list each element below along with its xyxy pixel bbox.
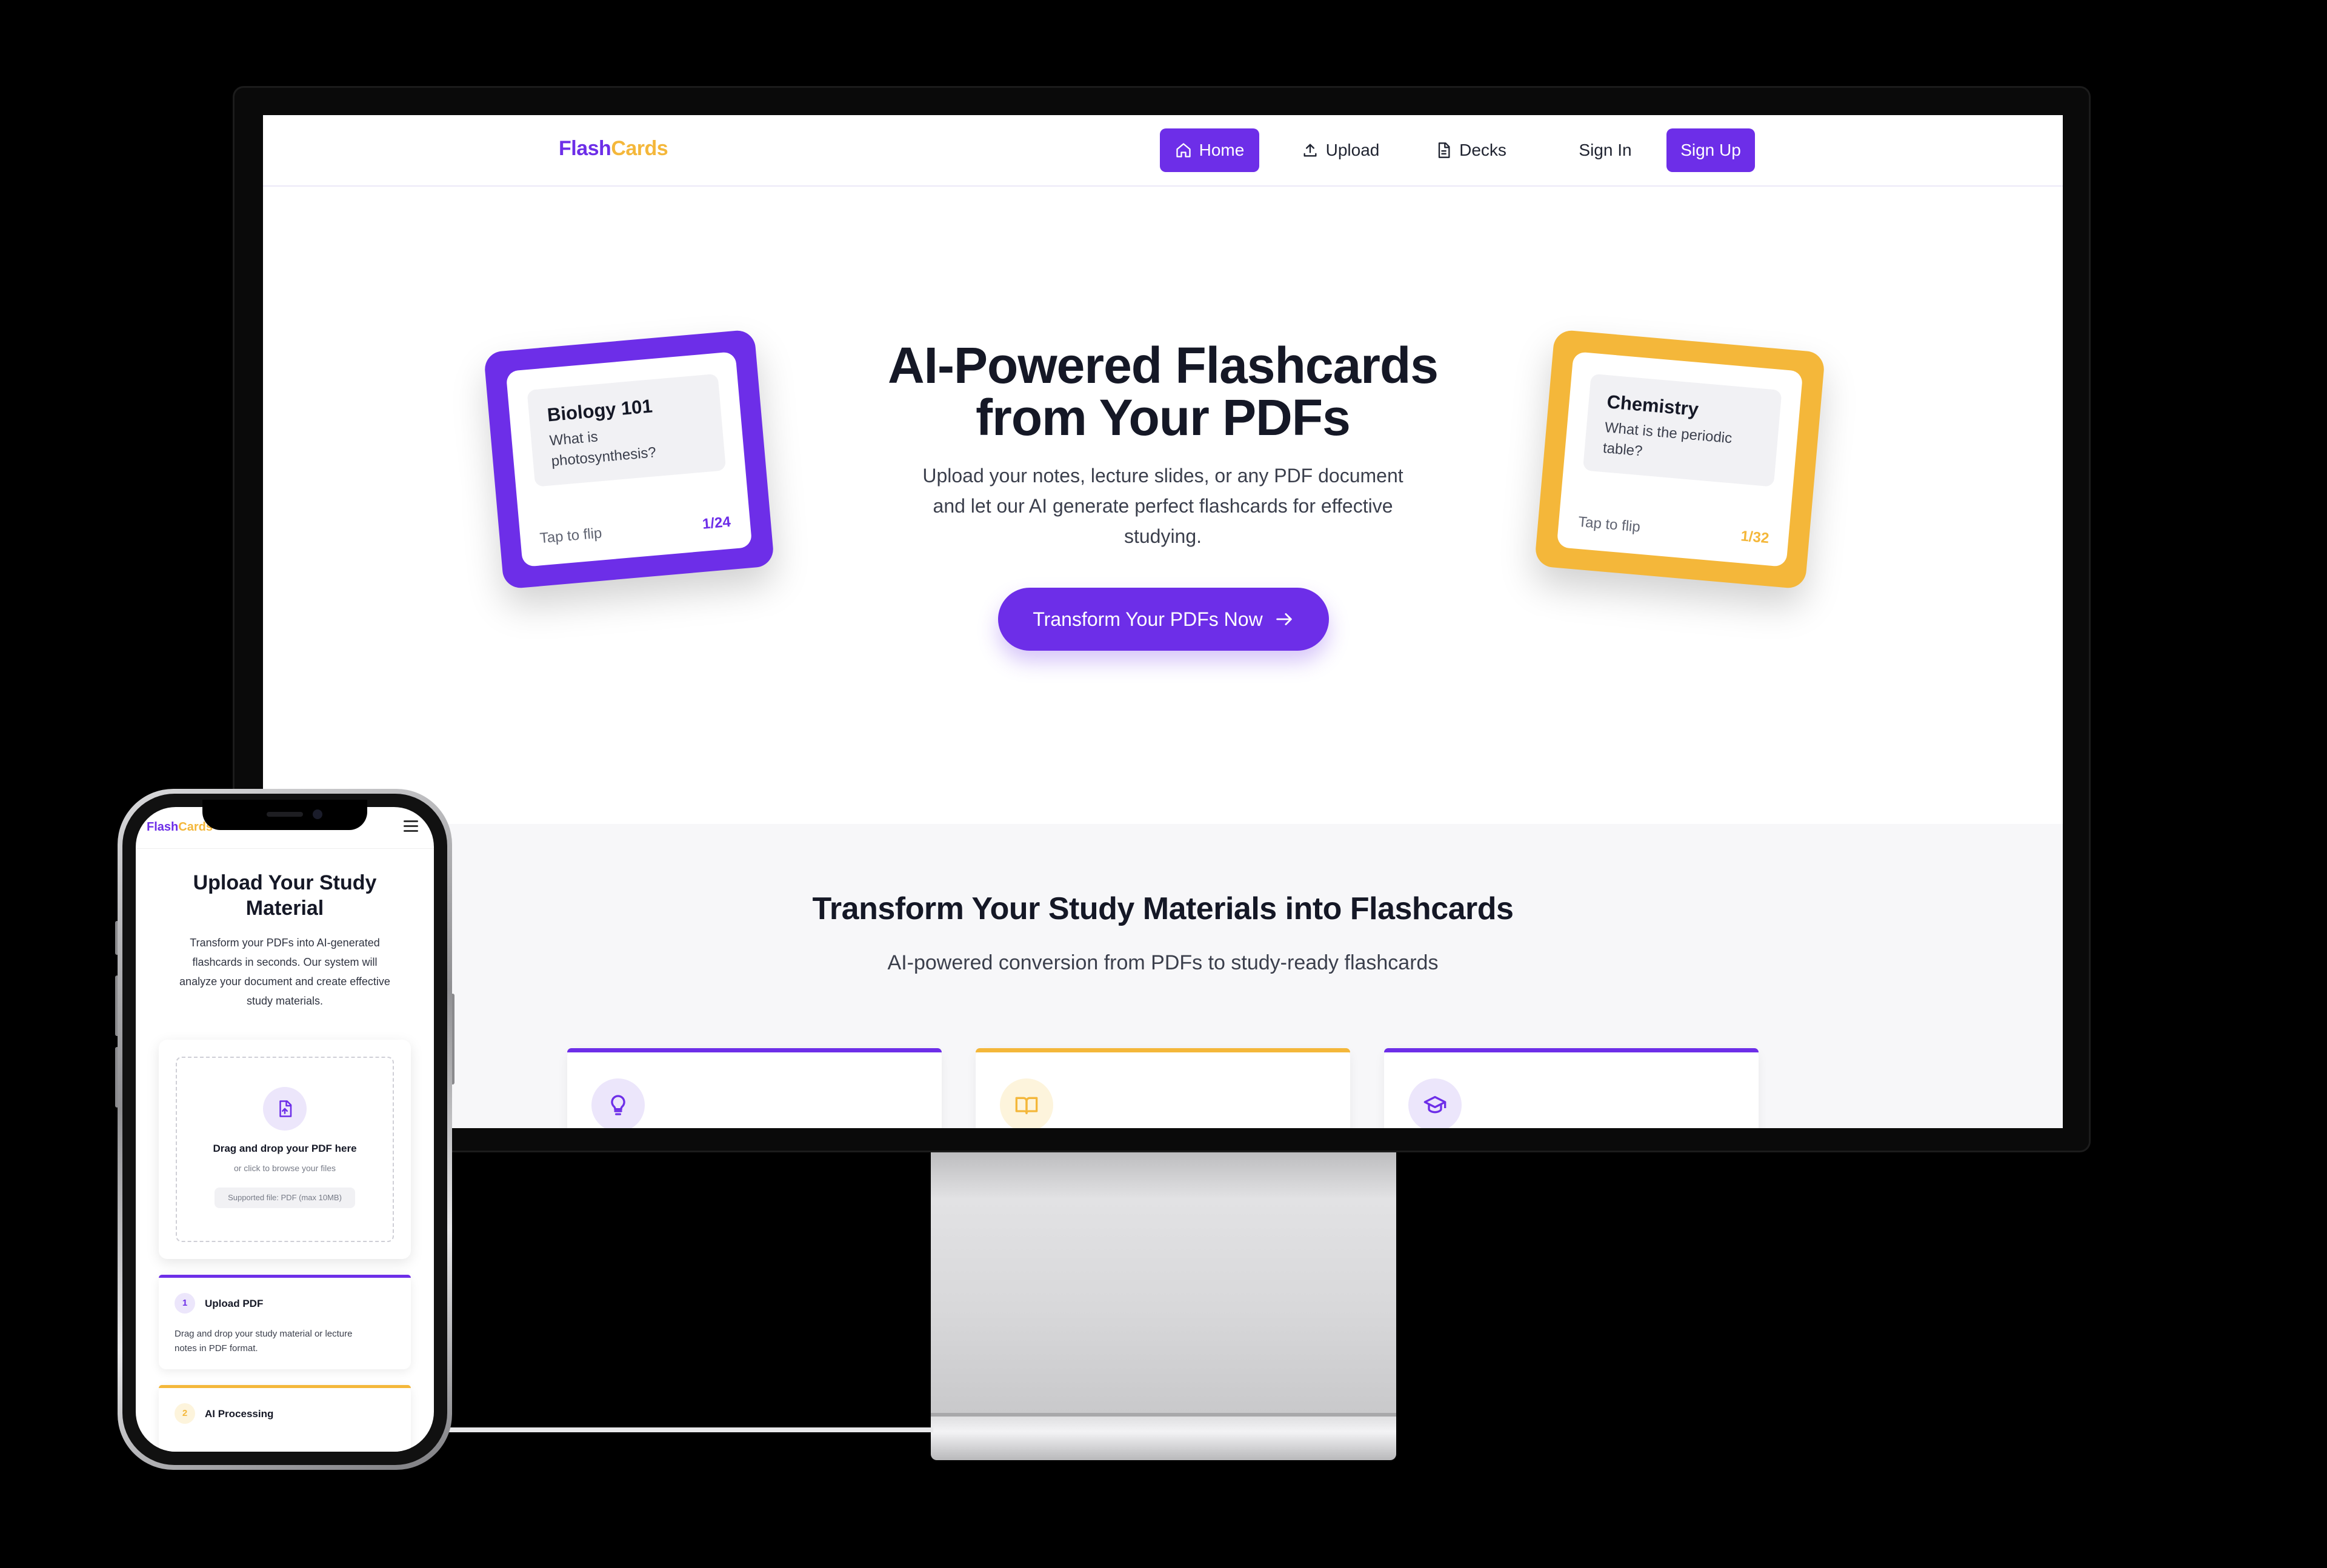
mobile-logo-flash: Flash [147, 820, 179, 834]
lightbulb-icon [611, 1095, 625, 1115]
flashcard-face: Chemistry What is the periodic table? Ta… [1556, 351, 1803, 567]
feature-icon-wrap [1000, 1078, 1053, 1128]
graduation-cap-icon [1423, 1096, 1446, 1114]
pdf-dropzone[interactable]: Drag and drop your PDF here or click to … [176, 1057, 394, 1242]
file-upload-icon-wrap [263, 1087, 307, 1131]
monitor-stand [931, 1152, 1396, 1413]
mobile-page-title: Upload Your Study Material [154, 870, 416, 921]
hero-subtitle-line2: and let our AI generate perfect flashcar… [933, 495, 1393, 517]
mobile-desc-line3: analyze your document and create effecti… [179, 975, 390, 988]
flashcard-hint: Tap to flip [1577, 513, 1641, 536]
hero-subtitle-line3: studying. [1124, 525, 1202, 547]
logo[interactable]: FlashCards [559, 137, 668, 161]
book-open-icon [1015, 1097, 1038, 1114]
logo-cards: Cards [611, 137, 668, 160]
step-desc-line1: Drag and drop your study material or lec… [175, 1329, 353, 1339]
step-title: Upload PDF [205, 1298, 264, 1309]
step-accent [159, 1275, 411, 1278]
upload-card: Drag and drop your PDF here or click to … [159, 1040, 411, 1259]
sign-up-label: Sign Up [1680, 141, 1741, 159]
step-card-ai-processing: 2 AI Processing [159, 1385, 411, 1452]
feature-card-accent [976, 1048, 1350, 1052]
step-number: 1 [175, 1293, 195, 1314]
step-description: Drag and drop your study material or lec… [175, 1327, 393, 1356]
mobile-title-line2: Material [245, 897, 324, 920]
flashcard-footer: Tap to flip 1/24 [539, 514, 731, 547]
flashcard-counter: 1/32 [1740, 528, 1770, 547]
sign-in-button[interactable]: Sign In [1566, 128, 1645, 172]
hero-subtitle: Upload your notes, lecture slides, or an… [905, 460, 1420, 551]
home-icon [1176, 143, 1191, 158]
nav-upload-label: Upload [1325, 141, 1380, 159]
transform-pdfs-button[interactable]: Transform Your PDFs Now [998, 588, 1329, 651]
monitor-stand-edge [931, 1413, 1396, 1417]
feature-card-accent [1384, 1048, 1759, 1052]
flashcard-question-box: Biology 101 What is photosynthesis? [527, 373, 727, 487]
feature-card-ai[interactable] [567, 1048, 942, 1128]
hero-title: AI-Powered Flashcards from Your PDFs [799, 339, 1526, 443]
document-icon [1438, 142, 1450, 158]
sign-up-button[interactable]: Sign Up [1666, 128, 1755, 172]
sign-in-label: Sign In [1579, 141, 1632, 159]
desktop-screen: FlashCards Home Upload Decks Sign In Sig… [263, 115, 2063, 1128]
phone-speaker [267, 812, 303, 817]
step-title: AI Processing [205, 1408, 274, 1420]
flashcard-chemistry[interactable]: Chemistry What is the periodic table? Ta… [1534, 329, 1826, 590]
phone-camera [313, 809, 322, 819]
feature-icon-wrap [1408, 1078, 1462, 1128]
features-title: Transform Your Study Materials into Flas… [812, 891, 1514, 926]
dropzone-sub-text: or click to browse your files [233, 1163, 336, 1173]
cta-label: Transform Your PDFs Now [1033, 608, 1263, 630]
logo-flash: Flash [559, 137, 611, 160]
mobile-screen: FlashCards Upload Your Study Material Tr… [136, 807, 434, 1452]
mobile-logo[interactable]: FlashCards [147, 820, 213, 834]
mobile-title-line1: Upload Your Study [193, 871, 377, 894]
flashcard-biology[interactable]: Biology 101 What is photosynthesis? Tap … [483, 329, 775, 590]
arrow-right-icon [1276, 613, 1292, 625]
mobile-description: Transform your PDFs into AI-generated fl… [158, 933, 412, 1011]
navbar: FlashCards Home Upload Decks Sign In Sig… [263, 115, 2063, 187]
nav-decks-button[interactable]: Decks [1425, 128, 1516, 172]
file-upload-icon [279, 1100, 292, 1117]
monitor-stand-base [931, 1413, 1396, 1460]
nav-decks-label: Decks [1459, 141, 1506, 159]
mobile-desc-line2: flashcards in seconds. Our system will [192, 956, 378, 968]
nav-home-button[interactable]: Home [1160, 128, 1259, 172]
feature-icon-wrap [591, 1078, 645, 1128]
flashcard-question: What is the periodic table? [1602, 419, 1733, 460]
flashcard-hint: Tap to flip [539, 525, 603, 547]
mobile-header-divider [136, 848, 434, 849]
feature-card-study[interactable] [976, 1048, 1350, 1128]
step-card-upload: 1 Upload PDF Drag and drop your study ma… [159, 1275, 411, 1369]
flashcard-face: Biology 101 What is photosynthesis? Tap … [505, 351, 753, 567]
step-accent [159, 1385, 411, 1388]
flashcard-question-box: Chemistry What is the periodic table? [1582, 373, 1782, 487]
feature-card-accent [567, 1048, 942, 1052]
monitor-cable [418, 1427, 933, 1432]
supported-file-badge: Supported file: PDF (max 10MB) [215, 1188, 355, 1208]
hero-title-line1: AI-Powered Flashcards [888, 337, 1439, 394]
nav-upload-button[interactable]: Upload [1292, 128, 1389, 172]
step-number: 2 [175, 1403, 195, 1424]
step-desc-line2: notes in PDF format. [175, 1343, 258, 1354]
flashcard-footer: Tap to flip 1/32 [1577, 514, 1769, 547]
upload-icon [1303, 144, 1317, 157]
hero-subtitle-line1: Upload your notes, lecture slides, or an… [922, 465, 1403, 487]
dropzone-main-text: Drag and drop your PDF here [213, 1143, 357, 1154]
mobile-desc-line1: Transform your PDFs into AI-generated [190, 937, 380, 949]
hero-title-line2: from Your PDFs [976, 389, 1351, 446]
flashcard-counter: 1/24 [701, 513, 731, 533]
hamburger-menu-icon[interactable] [404, 820, 418, 832]
flashcard-question: What is photosynthesis? [548, 428, 657, 470]
feature-card-learn[interactable] [1384, 1048, 1759, 1128]
nav-home-label: Home [1199, 141, 1245, 159]
mobile-desc-line4: study materials. [246, 995, 324, 1007]
features-subtitle: AI-powered conversion from PDFs to study… [887, 951, 1439, 974]
